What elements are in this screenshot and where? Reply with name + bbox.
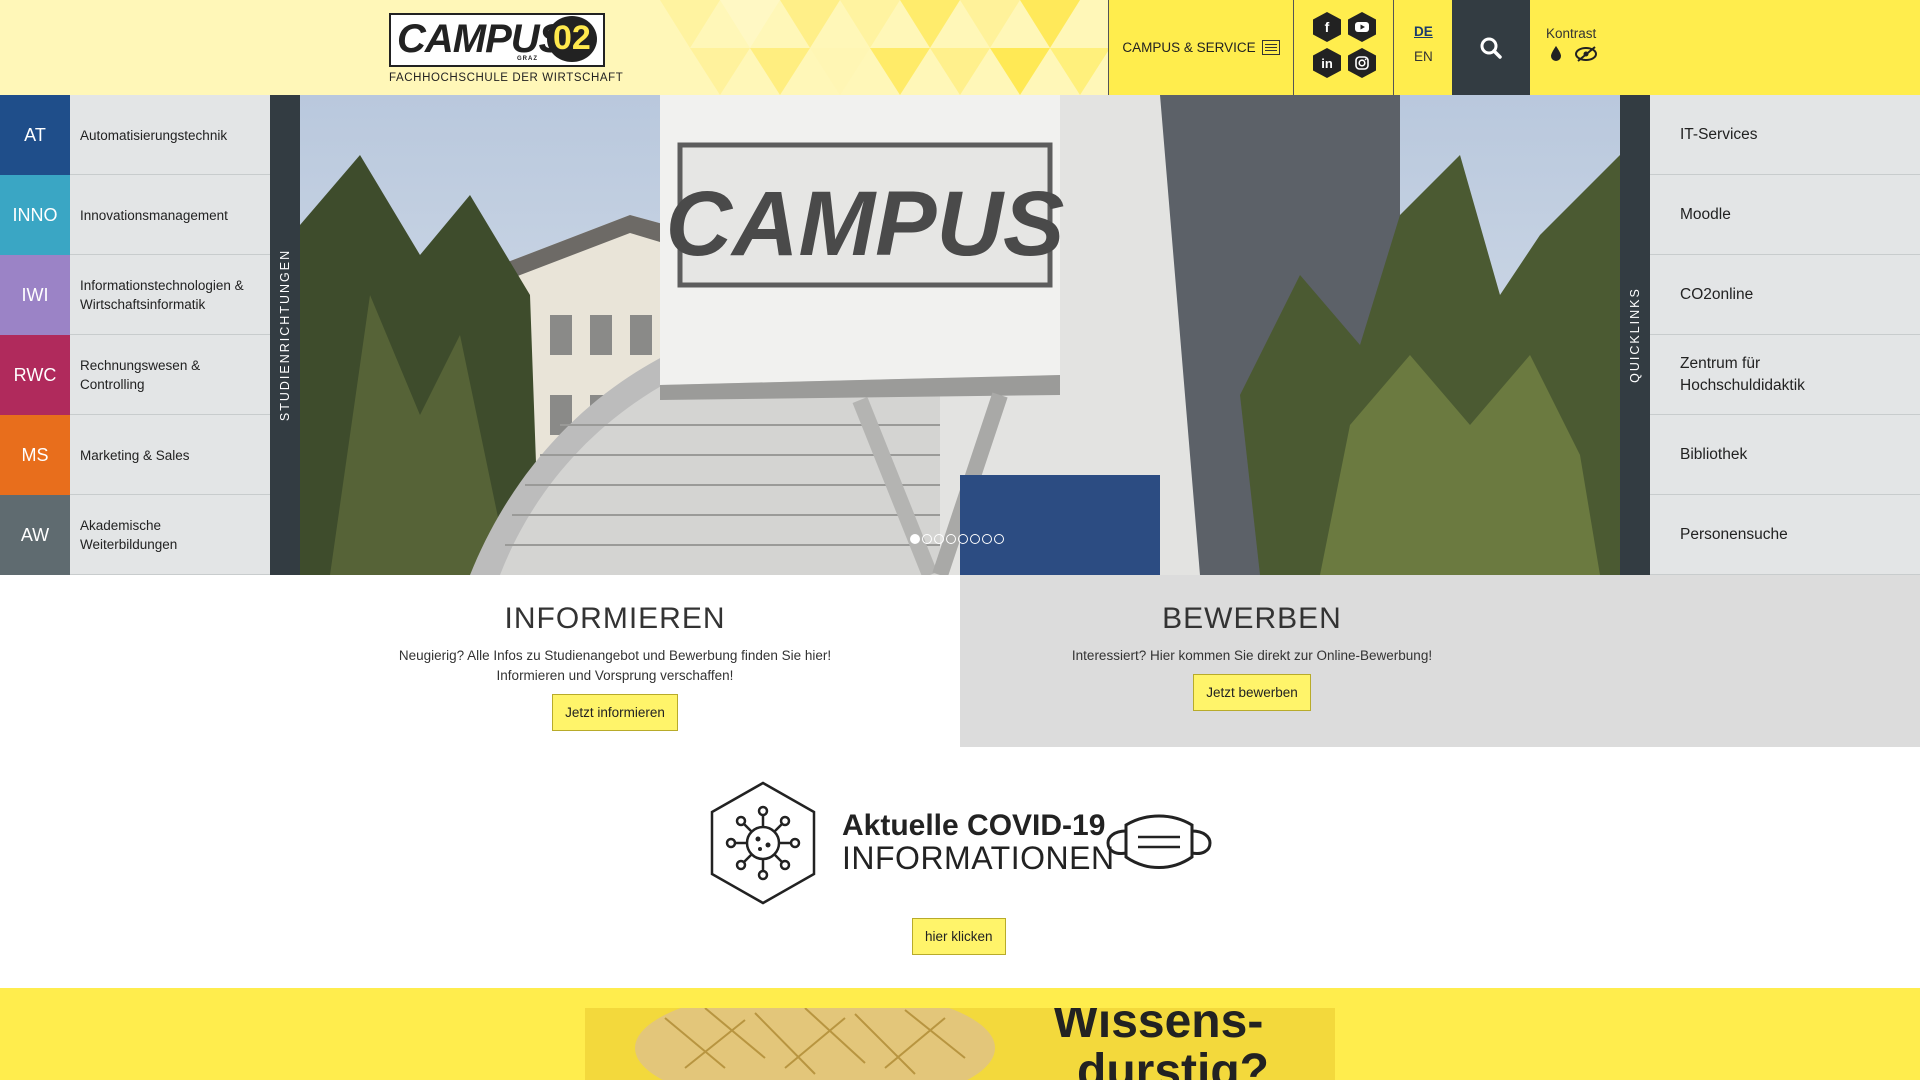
logo-number: 02 <box>553 19 591 57</box>
virus-icon <box>710 781 816 905</box>
slider-dots <box>910 534 1004 544</box>
slider-dot[interactable] <box>958 534 968 544</box>
program-item-iwi[interactable]: IWI Informationstechnologien & Wirtschaf… <box>0 255 270 335</box>
slider-dot[interactable] <box>982 534 992 544</box>
inform-text-line1: Neugierig? Alle Infos zu Studienangebot … <box>398 648 832 663</box>
inform-text-line2: Informieren und Vorsprung verschaffen! <box>496 668 734 683</box>
contrast-label: Kontrast <box>1546 26 1597 41</box>
slider-dot[interactable] <box>946 534 956 544</box>
program-item-aw[interactable]: AW Akademische Weiterbildungen <box>0 495 270 575</box>
study-programs-label: STUDIENRICHTUNGEN <box>278 248 292 422</box>
program-code: MS <box>0 415 70 495</box>
slider-dot[interactable] <box>922 534 932 544</box>
study-programs-nav: AT Automatisierungstechnik INNO Innovati… <box>0 95 270 575</box>
quicklink-personensuche[interactable]: Personensuche <box>1650 495 1920 575</box>
quicklink-hochschuldidaktik[interactable]: Zentrum für Hochschuldidaktik <box>1650 335 1920 415</box>
program-code: RWC <box>0 335 70 415</box>
linkedin-icon[interactable]: in <box>1313 48 1341 78</box>
quicklinks-nav: IT-Services Moodle CO2online Zentrum für… <box>1650 95 1920 575</box>
program-code: IWI <box>0 255 70 335</box>
program-name: Rechnungswesen & Controlling <box>80 358 201 392</box>
search-button[interactable] <box>1452 0 1530 95</box>
apply-button[interactable]: Jetzt bewerben <box>1193 674 1311 711</box>
campus-service-menu[interactable]: CAMPUS & SERVICE <box>1108 0 1294 95</box>
apply-content: BEWERBEN Interessiert? Hier kommen Sie d… <box>960 575 1544 747</box>
slider-dot[interactable] <box>910 534 920 544</box>
program-code: AT <box>0 95 70 175</box>
covid-title-line1: Aktuelle COVID-19 <box>842 809 1106 842</box>
apply-heading: BEWERBEN <box>1162 602 1342 635</box>
quicklinks-tab[interactable]: QUICKLINKS <box>1620 95 1650 575</box>
quicklink-moodle[interactable]: Moodle <box>1650 175 1920 255</box>
covid-info-button[interactable]: hier klicken <box>912 918 1006 955</box>
quicklink-it-services[interactable]: IT-Services <box>1650 95 1920 175</box>
program-code: AW <box>0 495 70 575</box>
slider-dot[interactable] <box>970 534 980 544</box>
program-code: INNO <box>0 175 70 255</box>
social-links: f in <box>1294 0 1394 95</box>
facebook-icon[interactable]: f <box>1313 12 1341 42</box>
instagram-icon[interactable] <box>1348 48 1376 78</box>
program-name: Informationstechnologien & Wirtschaftsin… <box>80 278 244 312</box>
inform-button[interactable]: Jetzt informieren <box>552 694 678 731</box>
program-name: Innovationsmanagement <box>80 207 228 223</box>
lang-de-link[interactable]: DE <box>1414 24 1433 39</box>
study-programs-tab[interactable]: STUDIENRICHTUNGEN <box>270 95 300 575</box>
program-item-inno[interactable]: INNO Innovationsmanagement <box>0 175 270 255</box>
program-name: Akademische Weiterbildungen <box>80 518 178 552</box>
apply-text: Interessiert? Hier kommen Sie direkt zur… <box>1071 648 1433 663</box>
slider-dot[interactable] <box>934 534 944 544</box>
covid-title-line2: INFORMATIONEN <box>842 840 1115 876</box>
search-icon <box>1480 37 1502 59</box>
banner-headline-line2: durstig? <box>1077 1045 1269 1080</box>
lang-en-link[interactable]: EN <box>1414 49 1433 64</box>
promo-banner-image[interactable]: Wissens- durstig? <box>585 1008 1335 1080</box>
quicklink-bibliothek[interactable]: Bibliothek <box>1650 415 1920 495</box>
inform-text: Neugierig? Alle Infos zu Studienangebot … <box>270 646 960 686</box>
youtube-icon[interactable] <box>1348 12 1376 42</box>
campus-service-label: CAMPUS & SERVICE <box>1122 40 1256 55</box>
inform-panel: INFORMIEREN Neugierig? Alle Infos zu Stu… <box>270 575 960 747</box>
contrast-toggle-icons[interactable] <box>1548 44 1608 64</box>
page: CAMPUS GRAZ 02 FACHHOCHSCHULE DER WIRTSC… <box>0 0 1920 1080</box>
covid-section: Aktuelle COVID-19 INFORMATIONEN hier kli… <box>0 747 1920 988</box>
hero-sign-text: CAMPUS <box>666 173 1065 275</box>
quicklinks-label: QUICKLINKS <box>1628 287 1642 383</box>
apply-panel: BEWERBEN Interessiert? Hier kommen Sie d… <box>960 575 1920 747</box>
program-name: Marketing & Sales <box>80 447 190 463</box>
hero-campus-photo: CAMPUS <box>300 95 1620 575</box>
campus02-logo[interactable]: CAMPUS GRAZ 02 FACHHOCHSCHULE DER WIRTSC… <box>389 13 624 85</box>
program-item-ms[interactable]: MS Marketing & Sales <box>0 415 270 495</box>
program-item-at[interactable]: AT Automatisierungstechnik <box>0 95 270 175</box>
hero-slider[interactable]: CAMPUS <box>300 95 1620 575</box>
language-switcher: DE EN <box>1394 0 1452 95</box>
promo-banner: Wissens- durstig? <box>0 988 1920 1080</box>
site-header: CAMPUS GRAZ 02 FACHHOCHSCHULE DER WIRTSC… <box>0 0 1920 95</box>
program-item-rwc[interactable]: RWC Rechnungswesen & Controlling <box>0 335 270 415</box>
header-triangle-pattern <box>660 0 1110 95</box>
face-mask-icon <box>1106 814 1212 869</box>
slider-dot[interactable] <box>994 534 1004 544</box>
logo-tagline: FACHHOCHSCHULE DER WIRTSCHAFT <box>389 72 624 84</box>
logo-graz: GRAZ <box>517 56 538 62</box>
logo-word: CAMPUS <box>397 17 565 61</box>
menu-list-icon <box>1261 40 1280 55</box>
inform-heading: INFORMIEREN <box>504 602 726 635</box>
quicklink-co2online[interactable]: CO2online <box>1650 255 1920 335</box>
program-name: Automatisierungstechnik <box>80 127 228 143</box>
banner-headline-line1: Wissens- <box>1053 1008 1264 1048</box>
